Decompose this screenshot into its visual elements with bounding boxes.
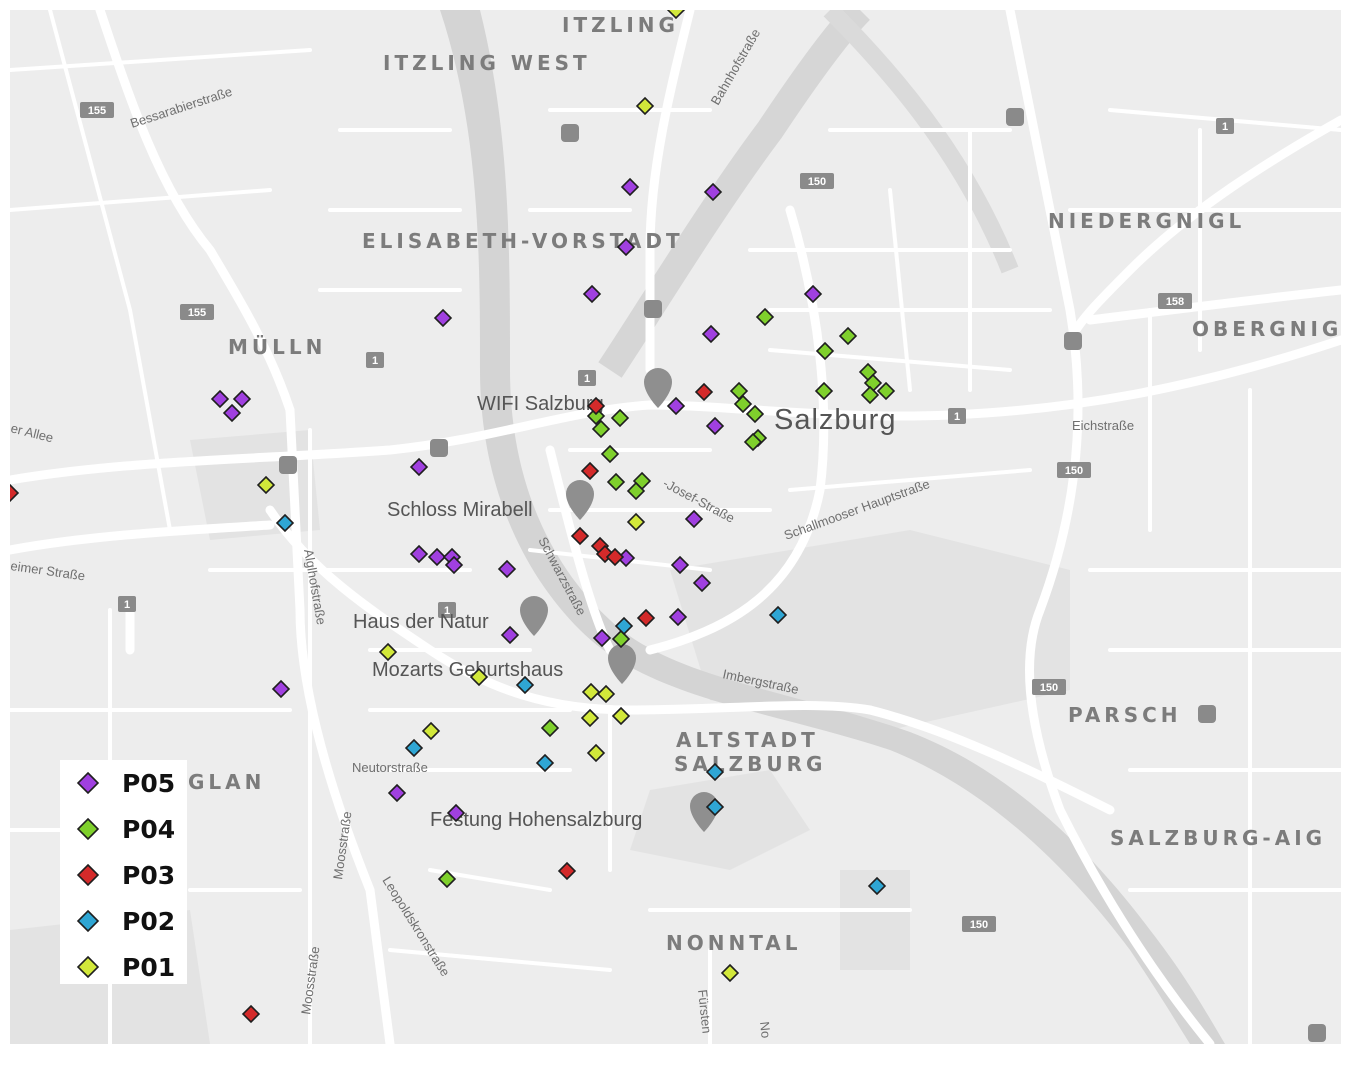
district-label: NIEDERGNIGL [1048,209,1245,233]
svg-text:150: 150 [1040,682,1058,694]
legend-label: P03 [122,860,176,890]
legend-label: P04 [122,814,176,844]
district-label: ITZLING WEST [383,51,591,75]
svg-text:1: 1 [372,355,378,367]
legend-item-p04: P04 [60,806,175,852]
city-label: Salzburg [774,404,896,436]
svg-text:158: 158 [1166,296,1184,308]
svg-text:150: 150 [970,919,988,931]
legend-item-p01: P01 [60,944,175,990]
route-shield: 1 [118,596,136,612]
diamond-icon [74,861,102,889]
map[interactable]: 155 155 150 1 1 1 1 158 150 150 150 1 1 … [10,10,1341,1044]
street-label: No [757,1021,774,1039]
legend-item-p03: P03 [60,852,175,898]
map-canvas[interactable]: 155 155 150 1 1 1 1 158 150 150 150 1 1 … [10,10,1341,1044]
station-icon [644,300,662,318]
route-shield: 1 [948,408,966,424]
svg-text:1: 1 [1222,121,1228,133]
svg-text:155: 155 [188,307,206,319]
route-shield: 1 [578,370,596,386]
district-label: PARSCH [1068,703,1182,727]
svg-text:150: 150 [1065,465,1083,477]
station-icon [561,124,579,142]
district-label: ITZLING [562,13,679,37]
district-label: NONNTAL [666,931,802,955]
legend: P05 P04 P03 P02 P01 [60,760,187,984]
street-label: Neutorstraße [352,760,428,775]
route-shield: 150 [1057,462,1091,478]
route-shield: 150 [800,173,834,189]
district-label: ELISABETH-VORSTADT [362,229,684,253]
svg-text:1: 1 [124,599,130,611]
district-label: GLAN [188,770,265,794]
station-icon [279,456,297,474]
legend-label: P01 [122,952,176,982]
route-shield: 155 [180,304,214,320]
route-shield: 1 [1216,118,1234,134]
svg-text:155: 155 [88,105,106,117]
svg-text:150: 150 [808,176,826,188]
poi-label: Schloss Mirabell [387,499,533,521]
station-icon [1064,332,1082,350]
station-icon [1198,705,1216,723]
legend-label: P05 [122,768,176,798]
station-icon [1308,1024,1326,1042]
poi-label: WIFI Salzburg [477,393,604,415]
legend-label: P02 [122,906,176,936]
district-label: OBERGNIGL [1192,317,1341,341]
district-label: SALZBURG [674,752,826,776]
route-shield: 158 [1158,293,1192,309]
poi-label: Haus der Natur [353,611,489,633]
route-shield: 150 [1032,679,1066,695]
poi-label: Mozarts Geburtshaus [372,659,563,681]
svg-text:1: 1 [954,411,960,423]
legend-item-p02: P02 [60,898,175,944]
district-label: ALTSTADT [676,728,819,752]
diamond-icon [74,769,102,797]
route-shield: 1 [366,352,384,368]
route-shield: 150 [962,916,996,932]
station-icon [1006,108,1024,126]
legend-item-p05: P05 [60,760,175,806]
svg-text:1: 1 [584,373,590,385]
station-icon [430,439,448,457]
diamond-icon [74,815,102,843]
district-label: SALZBURG-AIG [1110,826,1326,850]
diamond-icon [74,953,102,981]
district-label: MÜLLN [228,335,326,359]
street-label: Eichstraße [1072,418,1134,433]
route-shield: 155 [80,102,114,118]
diamond-icon [74,907,102,935]
